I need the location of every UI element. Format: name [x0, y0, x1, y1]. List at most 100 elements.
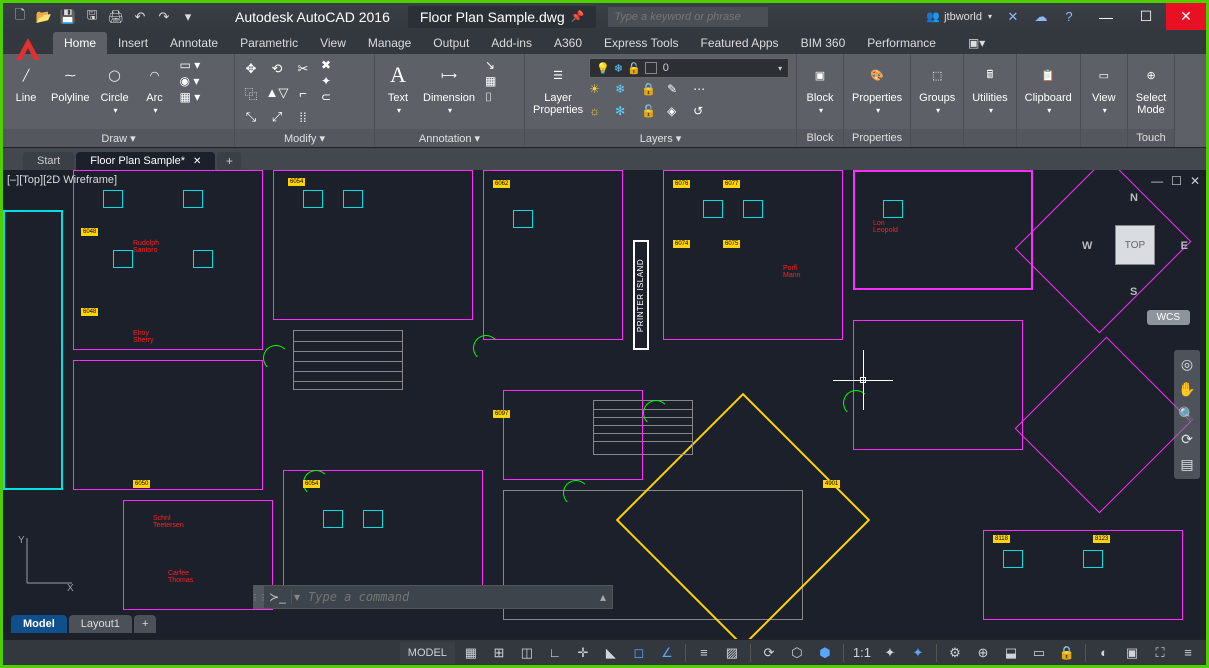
- annotation-monitor-icon[interactable]: ⊕: [971, 642, 995, 664]
- layout-add-button[interactable]: +: [134, 615, 156, 633]
- command-prompt-icon[interactable]: ≻_: [264, 590, 292, 604]
- leader-icon[interactable]: ↘: [485, 58, 496, 72]
- tab-featured[interactable]: Featured Apps: [690, 32, 790, 54]
- layiso-icon[interactable]: ◈: [667, 104, 691, 124]
- tab-output[interactable]: Output: [422, 32, 480, 54]
- minimize-button[interactable]: —: [1086, 3, 1126, 30]
- file-tab-start[interactable]: Start: [23, 152, 74, 170]
- move-icon[interactable]: ✥: [239, 58, 263, 80]
- isolate-icon[interactable]: ▣: [1120, 642, 1144, 664]
- dimension-button[interactable]: ⟼Dimension▾: [419, 58, 479, 117]
- circle-button[interactable]: ◯Circle▾: [96, 58, 134, 117]
- new-icon[interactable]: 🗋: [9, 6, 31, 28]
- redo-icon[interactable]: ↷: [153, 6, 175, 28]
- viewport-label[interactable]: [–][Top][2D Wireframe]: [7, 174, 117, 186]
- viewcube-e[interactable]: E: [1181, 240, 1188, 252]
- a360-icon[interactable]: ☁: [1030, 6, 1052, 28]
- anno-icon[interactable]: ✦: [878, 642, 902, 664]
- status-model-button[interactable]: MODEL: [400, 642, 455, 664]
- tab-express[interactable]: Express Tools: [593, 32, 689, 54]
- stretch-icon[interactable]: ⤡: [239, 106, 263, 128]
- erase-icon[interactable]: ✖: [321, 58, 331, 72]
- file-tab-document[interactable]: Floor Plan Sample*✕: [76, 152, 215, 170]
- open-icon[interactable]: 📂: [33, 6, 55, 28]
- tab-addins[interactable]: Add-ins: [480, 32, 543, 54]
- layprv-icon[interactable]: ↺: [693, 104, 717, 124]
- recent-commands-icon[interactable]: ▴: [594, 590, 612, 604]
- clean-screen-icon[interactable]: ⛶: [1148, 642, 1172, 664]
- app-logo-icon[interactable]: [9, 31, 47, 69]
- layout-tab-model[interactable]: Model: [11, 615, 67, 633]
- hatch-icon[interactable]: ▦ ▾: [180, 90, 201, 104]
- anno-scale[interactable]: 1:1: [850, 642, 874, 664]
- viewcube-face[interactable]: TOP: [1115, 225, 1155, 265]
- explode-icon[interactable]: ✦: [321, 74, 331, 88]
- tab-home[interactable]: Home: [53, 32, 107, 54]
- text-button[interactable]: AText▾: [379, 58, 417, 117]
- sign-in[interactable]: 👥 jtbworld ▾: [922, 10, 996, 23]
- mirror-icon[interactable]: ▲▽: [265, 82, 289, 104]
- hardware-accel-icon[interactable]: ◐: [1092, 642, 1116, 664]
- lineweight-icon[interactable]: ≡: [692, 642, 716, 664]
- tab-parametric[interactable]: Parametric: [229, 32, 309, 54]
- help-icon[interactable]: ?: [1058, 6, 1080, 28]
- clipboard-button[interactable]: 📋Clipboard▾: [1021, 58, 1076, 117]
- anno-vis-icon[interactable]: ✦: [906, 642, 930, 664]
- maximize-button[interactable]: ☐: [1126, 3, 1166, 30]
- panel-title-layers[interactable]: Layers ▾: [525, 129, 796, 147]
- orbit-icon[interactable]: ⟳: [1181, 431, 1193, 448]
- undo-icon[interactable]: ↶: [129, 6, 151, 28]
- new-file-button[interactable]: +: [217, 152, 241, 170]
- rotate-icon[interactable]: ⟲: [265, 58, 289, 80]
- viewcube-s[interactable]: S: [1130, 286, 1137, 298]
- command-line[interactable]: ⋮⋮ ≻_ ▾ ▴: [253, 585, 613, 609]
- layout-tab-layout1[interactable]: Layout1: [69, 615, 132, 633]
- ortho-icon[interactable]: ∟: [543, 642, 567, 664]
- qat-more-icon[interactable]: ▾: [177, 6, 199, 28]
- lock-ui-icon[interactable]: 🔒: [1055, 642, 1079, 664]
- dynucs-icon[interactable]: ⬢: [813, 642, 837, 664]
- workspace-icon[interactable]: ⚙: [943, 642, 967, 664]
- transparency-icon[interactable]: ▨: [720, 642, 744, 664]
- drag-handle-icon[interactable]: ⋮⋮: [254, 586, 264, 608]
- panel-title-draw[interactable]: Draw ▾: [3, 129, 234, 147]
- layer-properties-button[interactable]: ☰Layer Properties: [529, 58, 587, 118]
- osnap-icon[interactable]: ◻: [627, 642, 651, 664]
- viewcube-n[interactable]: N: [1130, 192, 1138, 204]
- laymatch-icon[interactable]: ✎: [667, 82, 691, 102]
- infer-icon[interactable]: ◫: [515, 642, 539, 664]
- save-icon[interactable]: 💾: [57, 6, 79, 28]
- steering-wheel-icon[interactable]: ◎: [1181, 356, 1193, 373]
- layfrz-icon[interactable]: ❄: [615, 82, 639, 102]
- showmotion-icon[interactable]: ▤: [1180, 456, 1193, 473]
- ribbon-minimize-icon[interactable]: ▣▾: [957, 32, 996, 54]
- otrack-icon[interactable]: ∠: [655, 642, 679, 664]
- block-button[interactable]: ▣Block▾: [801, 58, 839, 117]
- scale-icon[interactable]: ⤢: [265, 106, 289, 128]
- 3dosnap-icon[interactable]: ⬡: [785, 642, 809, 664]
- close-button[interactable]: ✕: [1166, 3, 1206, 30]
- layer-combo[interactable]: 💡 ❄ 🔓 0 ▾: [589, 58, 789, 78]
- array-icon[interactable]: ⁞⁞: [291, 106, 315, 128]
- command-input[interactable]: [302, 590, 594, 604]
- units-icon[interactable]: ⬓: [999, 642, 1023, 664]
- tab-manage[interactable]: Manage: [357, 32, 422, 54]
- close-icon[interactable]: ✕: [193, 156, 201, 167]
- table-icon[interactable]: ▦: [485, 74, 496, 88]
- groups-button[interactable]: ⬚Groups▾: [915, 58, 959, 117]
- drawing-canvas[interactable]: [–][Top][2D Wireframe] — ☐ ✕ N S E W TOP…: [3, 170, 1206, 639]
- plot-icon[interactable]: 🖨: [105, 6, 127, 28]
- trim-icon[interactable]: ✂: [291, 58, 315, 80]
- viewcube-w[interactable]: W: [1082, 240, 1092, 252]
- laythw-icon[interactable]: ✻: [615, 104, 639, 124]
- offset-icon[interactable]: ⊂: [321, 90, 331, 104]
- tab-insert[interactable]: Insert: [107, 32, 159, 54]
- snap-icon[interactable]: ⊞: [487, 642, 511, 664]
- polar-icon[interactable]: ✛: [571, 642, 595, 664]
- tab-performance[interactable]: Performance: [856, 32, 947, 54]
- exchange-icon[interactable]: ✕: [1002, 6, 1024, 28]
- cycling-icon[interactable]: ⟳: [757, 642, 781, 664]
- mtext-icon[interactable]: ⌷: [485, 90, 496, 105]
- vp-min-icon[interactable]: —: [1151, 174, 1163, 188]
- copy-icon[interactable]: ⿻: [239, 82, 263, 104]
